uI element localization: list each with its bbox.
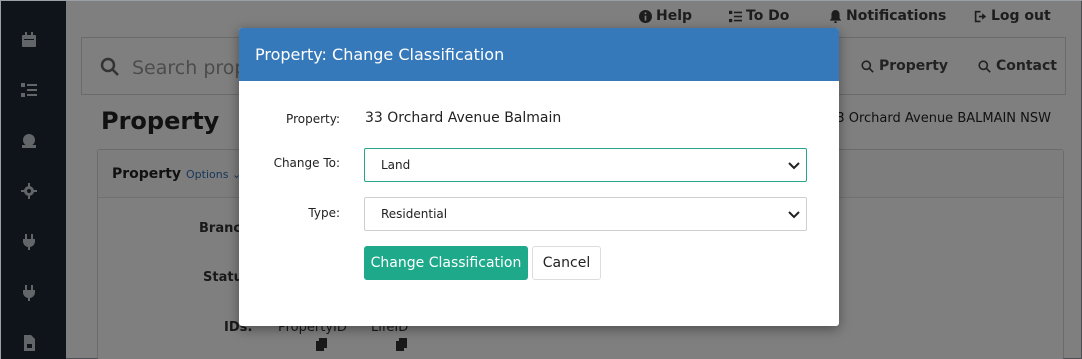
change-to-label: Change To:	[273, 156, 340, 170]
chevron-down-icon	[788, 162, 800, 170]
chevron-down-icon	[788, 211, 800, 219]
type-label: Type:	[308, 206, 340, 220]
type-value: Residential	[381, 207, 448, 221]
change-to-value: Land	[381, 158, 411, 172]
change-classification-button[interactable]: Change Classification	[364, 246, 528, 280]
change-classification-modal: Property: Change Classification Property…	[239, 28, 839, 326]
property-field-value: 33 Orchard Avenue Balmain	[365, 110, 562, 126]
change-to-select[interactable]: Land	[364, 148, 807, 182]
cancel-button[interactable]: Cancel	[532, 246, 601, 280]
modal-header: Property: Change Classification	[239, 28, 839, 81]
property-field-label: Property:	[286, 112, 340, 126]
type-select[interactable]: Residential	[364, 197, 807, 231]
modal-title: Property: Change Classification	[255, 45, 505, 64]
